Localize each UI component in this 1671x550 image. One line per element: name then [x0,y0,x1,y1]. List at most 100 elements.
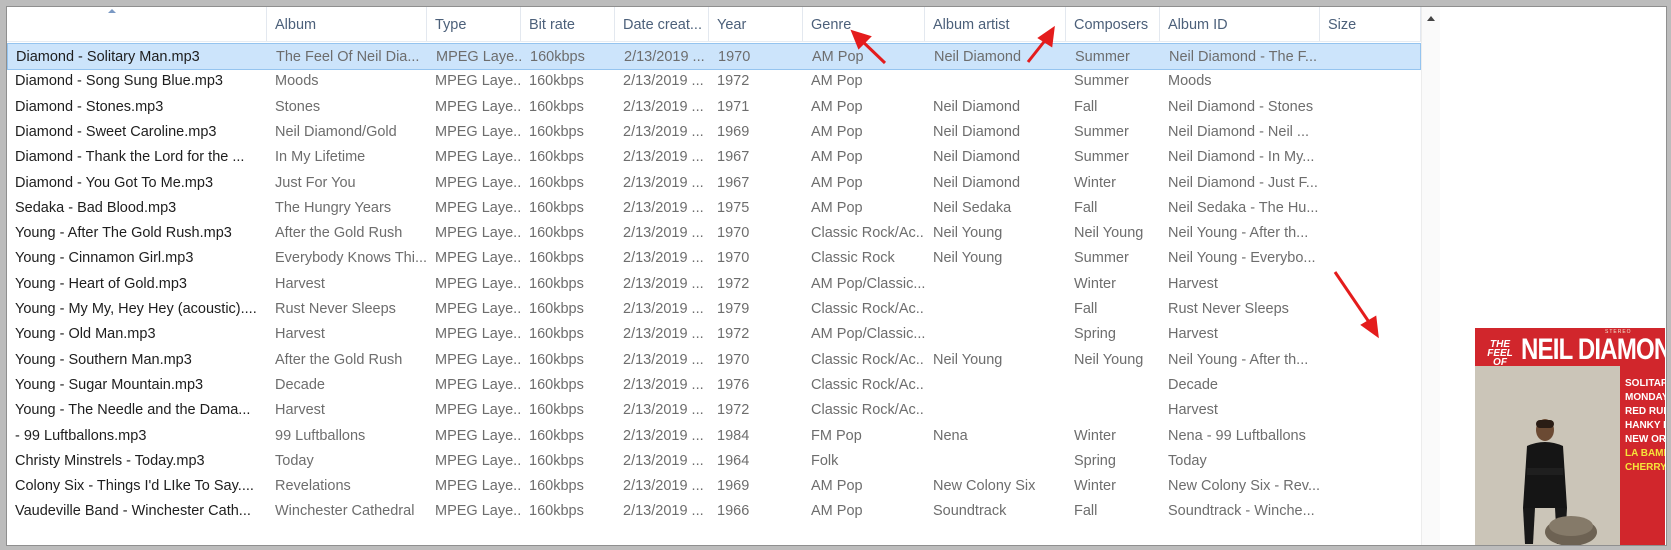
file-row[interactable]: Young - Cinnamon Girl.mp3 Everybody Knows… [7,245,1421,272]
cell-type: MPEG Laye... [435,301,521,317]
cell-bitrate: 160kbps [529,376,584,393]
cell-type: MPEG Laye... [435,402,521,419]
cell-album-artist [925,397,1066,424]
column-header-type[interactable]: Type [427,7,521,41]
cell-genre: AM Pop [811,98,863,115]
cell-name: Vaudeville Band - Winchester Cath... [15,503,251,520]
file-row[interactable]: Diamond - Stones.mp3 Stones MPEG Laye... 16… [7,94,1421,121]
cell-type: MPEG Laye... [435,478,521,495]
album-art-song-title: CHERRY CHERRY [1625,462,1665,473]
album-art-title-band: STEREO THE FEEL OF NEIL DIAMOND [1475,328,1665,368]
file-row[interactable]: Young - Sugar Mountain.mp3 Decade MPEG Lay… [7,372,1421,399]
cell-type: MPEG Laye... [435,250,521,267]
file-row[interactable]: Sedaka - Bad Blood.mp3 The Hungry Years MP… [7,195,1421,222]
cell-album: Revelations [275,478,351,495]
cell-type: MPEG Laye... [435,351,521,368]
file-row[interactable]: Diamond - Thank the Lord for the ... In M… [7,144,1421,171]
cell-genre: Classic Rock/Ac... [811,376,925,393]
file-row[interactable]: Diamond - You Got To Me.mp3 Just For You M… [7,170,1421,197]
cell-size [1320,498,1421,525]
file-row[interactable]: Diamond - Sweet Caroline.mp3 Neil Diamond… [7,119,1421,146]
column-header-album-artist[interactable]: Album artist [925,7,1066,41]
cell-type: MPEG Laye... [435,326,521,343]
cell-album-id: Nena - 99 Luftballons [1168,427,1306,444]
cell-genre: AM Pop/Classic... [811,326,925,343]
cell-type: MPEG Laye... [435,73,521,90]
cell-name: Diamond - Stones.mp3 [15,98,164,115]
cell-genre: Classic Rock/Ac... [811,402,925,419]
cell-album-artist: Neil Young [933,351,1003,368]
cell-album: Harvest [275,402,325,419]
column-header-album-id[interactable]: Album ID [1160,7,1320,41]
cell-name: Young - Old Man.mp3 [15,326,156,343]
column-header-row: Album Type Bit rate Date creat... Year Genre A… [7,7,1421,42]
cell-date: 2/13/2019 ... [623,250,704,267]
file-row[interactable]: Christy Minstrels - Today.mp3 Today MPEG L… [7,448,1421,475]
cell-album-id: Neil Young - After th... [1168,351,1309,368]
cell-date: 2/13/2019 ... [623,427,704,444]
cell-name: Young - After The Gold Rush.mp3 [15,225,232,242]
file-row[interactable]: - 99 Luftballons.mp3 99 Luftballons MPEG L… [7,423,1421,450]
file-row[interactable]: Diamond - Solitary Man.mp3 The Feel Of Ne… [7,43,1421,70]
cell-album-artist: Soundtrack [933,503,1007,520]
cell-size [1321,44,1421,71]
cell-composers: Neil Young [1074,351,1144,368]
cell-album-artist: Neil Sedaka [933,199,1012,216]
column-header-genre[interactable]: Genre [803,7,925,41]
cell-size [1320,245,1421,272]
cell-album: Harvest [275,326,325,343]
album-art-song-title: HANKY PANKY [1625,420,1665,431]
file-row[interactable]: Young - After The Gold Rush.mp3 After the… [7,220,1421,247]
sort-ascending-icon [108,9,116,13]
cell-year: 1984 [717,427,750,444]
cell-genre: AM Pop [811,123,863,140]
cell-album-artist: Neil Diamond [933,98,1021,115]
cell-composers: Fall [1074,199,1098,216]
cell-name: Christy Minstrels - Today.mp3 [15,452,205,469]
cell-genre: Folk [811,452,839,469]
file-row[interactable]: Young - Southern Man.mp3 After the Gold R… [7,347,1421,374]
album-art-song-title: NEW ORLEANS [1625,434,1665,445]
cell-album-id: Neil Diamond - Just F... [1168,174,1318,191]
column-header-album[interactable]: Album [267,7,427,41]
cell-genre: AM Pop [811,174,863,191]
cell-bitrate: 160kbps [529,73,584,90]
cell-year: 1970 [717,351,750,368]
file-row[interactable]: Young - The Needle and the Dama... Harves… [7,397,1421,424]
cell-bitrate: 160kbps [529,351,584,368]
album-art-the-feel-of: THE FEEL OF [1487,339,1513,368]
file-row[interactable]: Young - Old Man.mp3 Harvest MPEG Laye... 16… [7,321,1421,348]
cell-type: MPEG Laye... [435,149,521,166]
cell-bitrate: 160kbps [529,326,584,343]
file-row[interactable]: Young - My My, Hey Hey (acoustic).... Rus… [7,296,1421,323]
cell-type: MPEG Laye... [435,98,521,115]
cell-genre: Classic Rock [811,250,895,267]
column-header-name[interactable] [7,7,267,41]
file-row[interactable]: Colony Six - Things I'd LIke To Say.... R… [7,473,1421,500]
cell-composers [1066,372,1160,399]
file-row[interactable]: Vaudeville Band - Winchester Cath... Winc… [7,498,1421,525]
cell-album: Decade [275,376,325,393]
cell-bitrate: 160kbps [529,452,584,469]
cell-genre: AM Pop [811,503,863,520]
file-row[interactable]: Young - Heart of Gold.mp3 Harvest MPEG Lay… [7,271,1421,298]
cell-type: MPEG Laye... [435,427,521,444]
column-header-size[interactable]: Size [1320,7,1421,41]
column-header-year[interactable]: Year [709,7,803,41]
cell-bitrate: 160kbps [529,402,584,419]
cell-bitrate: 160kbps [529,225,584,242]
cell-year: 1972 [717,326,750,343]
column-header-composers[interactable]: Composers [1066,7,1160,41]
cell-genre: AM Pop [811,199,863,216]
cell-album-artist [925,448,1066,475]
cell-album: Neil Diamond/Gold [275,123,397,140]
column-header-bitrate[interactable]: Bit rate [521,7,615,41]
cell-date: 2/13/2019 ... [623,149,704,166]
scroll-up-icon[interactable] [1427,16,1435,21]
cell-composers: Summer [1074,149,1129,166]
cell-album: Moods [275,73,319,90]
column-header-date[interactable]: Date creat... [615,7,709,41]
file-row[interactable]: Diamond - Song Sung Blue.mp3 Moods MPEG La… [7,68,1421,95]
cell-composers: Winter [1074,478,1116,495]
vertical-scrollbar[interactable] [1421,7,1440,545]
